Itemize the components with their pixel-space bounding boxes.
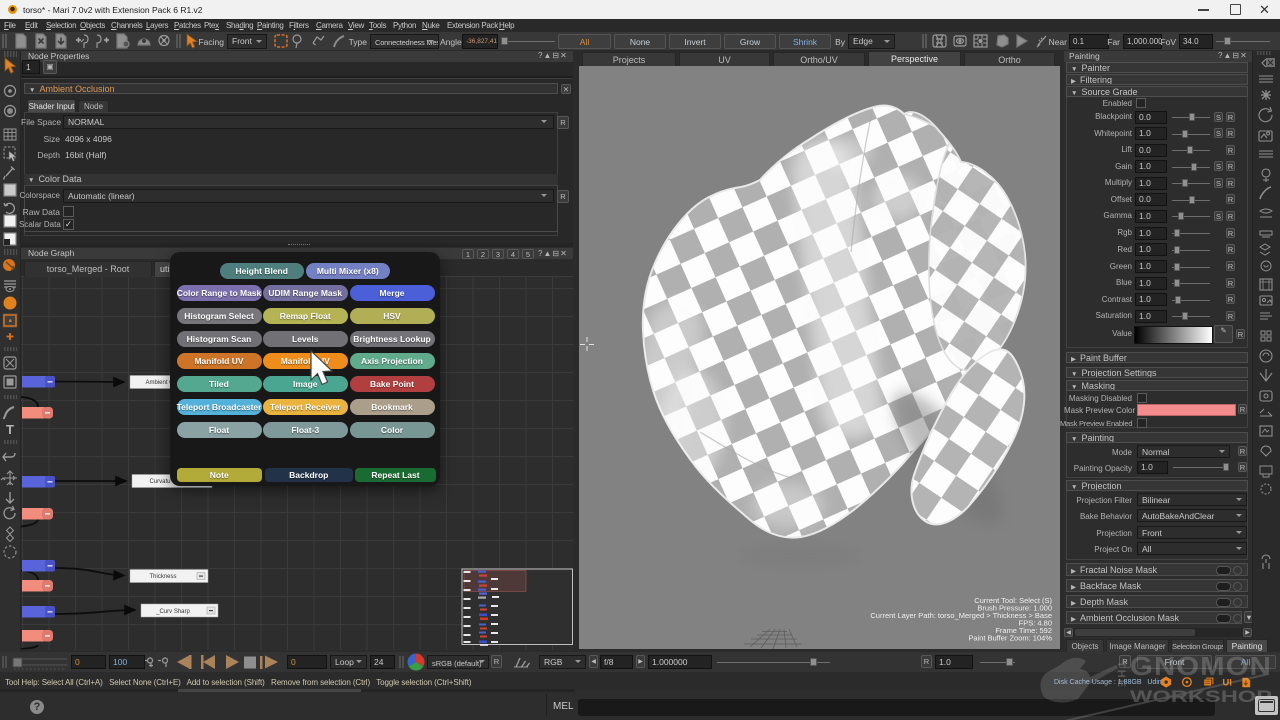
svg-text:Paint Buffer Zoom: 104%: Paint Buffer Zoom: 104% — [968, 634, 1052, 643]
svg-text:Thickness: Thickness — [149, 574, 176, 580]
svg-text:UI: UI — [1222, 678, 1232, 689]
svg-text:Curvatu: Curvatu — [149, 479, 170, 485]
svg-text:_Curv Sharp: _Curv Sharp — [155, 609, 190, 615]
svg-text:T: T — [6, 422, 14, 437]
